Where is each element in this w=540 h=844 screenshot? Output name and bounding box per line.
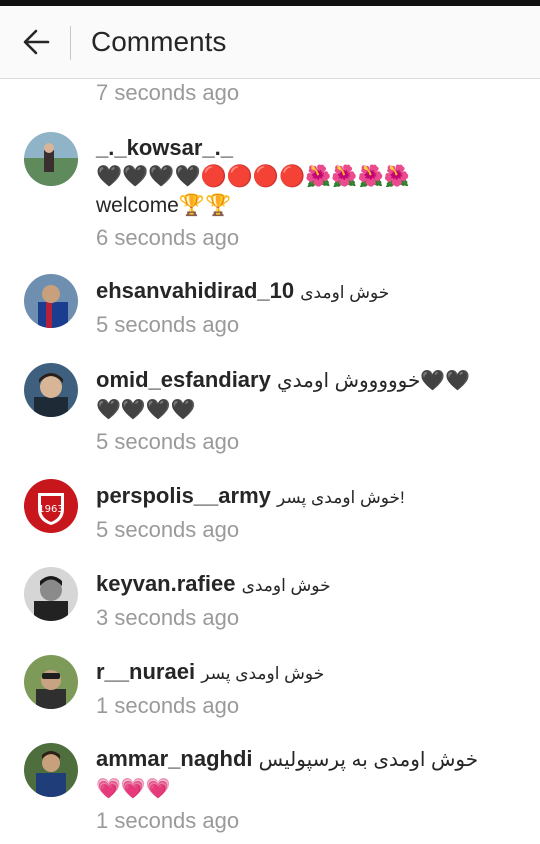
- comment-time: 1 seconds ago: [96, 693, 240, 718]
- avatar[interactable]: [24, 655, 78, 709]
- comment-username[interactable]: ammar_naghdi: [96, 746, 253, 771]
- comment-time: 6 seconds ago: [96, 225, 240, 250]
- comment-text: خوش اومدی پسر!: [277, 488, 405, 507]
- avatar[interactable]: 1963: [24, 479, 78, 533]
- comment-username[interactable]: r__nuraei: [96, 659, 195, 684]
- comment-text: 🖤🖤🖤🖤🔴🔴🔴🔴🌺🌺🌺🌺welcome🏆🏆: [96, 165, 410, 217]
- previous-comment-time: 7 seconds ago: [96, 80, 240, 105]
- avatar[interactable]: [24, 743, 78, 797]
- arrow-left-icon: [23, 29, 50, 55]
- comment-text: خوش اومدی پسر: [201, 664, 325, 683]
- avatar[interactable]: [24, 132, 78, 186]
- comment-time: 5 seconds ago: [96, 312, 240, 337]
- comment-time: 5 seconds ago: [96, 517, 240, 542]
- svg-text:1963: 1963: [38, 504, 63, 515]
- comment-username[interactable]: _._kowsar_._: [96, 135, 233, 160]
- comments-header: Comments: [0, 6, 540, 79]
- header-divider: [70, 26, 71, 60]
- avatar[interactable]: [24, 363, 78, 417]
- comment-username[interactable]: ehsanvahidirad_10: [96, 278, 294, 303]
- comment-username[interactable]: perspolis__army: [96, 483, 271, 508]
- back-button[interactable]: [14, 24, 58, 60]
- comment-username[interactable]: omid_esfandiary: [96, 367, 271, 392]
- comment-time: 3 seconds ago: [96, 605, 240, 630]
- page-title: Comments: [91, 26, 227, 57]
- comment-text: خوش اومدی: [300, 283, 390, 302]
- avatar[interactable]: [24, 567, 78, 621]
- comment-time: 1 seconds ago: [96, 808, 240, 833]
- comment-text: خوش اومدی: [241, 576, 331, 595]
- comment-username[interactable]: keyvan.rafiee: [96, 571, 235, 596]
- avatar[interactable]: [24, 274, 78, 328]
- comment-time: 5 seconds ago: [96, 429, 240, 454]
